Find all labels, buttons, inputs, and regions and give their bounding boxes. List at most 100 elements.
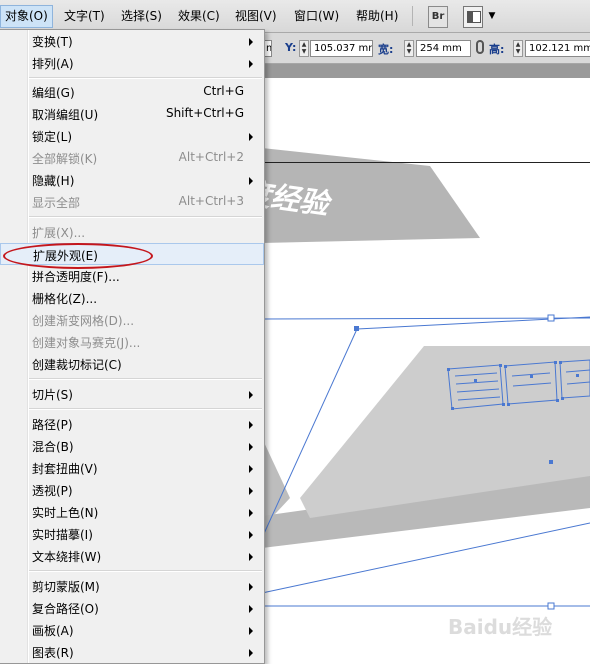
width-spinner[interactable]: ▲ ▼ — [404, 40, 414, 57]
menu-item-label: 混合(B) — [32, 440, 74, 454]
bridge-icon[interactable]: Br — [428, 6, 448, 28]
menu-item-shortcut: Shift+Ctrl+G — [165, 106, 244, 120]
menu-item-crop-marks[interactable]: 创建裁切标记(C) — [0, 353, 264, 375]
y-spinner[interactable]: ▲ ▼ — [299, 40, 309, 57]
submenu-arrow-icon — [249, 465, 253, 473]
menu-object[interactable]: 对象(O) — [0, 5, 53, 28]
menu-item-object-mosaic: 创建对象马赛克(J)... — [0, 331, 264, 353]
menu-item-perspective[interactable]: 透视(P) — [0, 479, 264, 501]
link-icon[interactable] — [476, 40, 484, 54]
menu-item-label: 拼合透明度(F)... — [32, 270, 120, 284]
menu-item-transform[interactable]: 变换(T) — [0, 30, 264, 52]
menu-view[interactable]: 视图(V) — [231, 6, 281, 27]
menu-item-label: 锁定(L) — [32, 130, 73, 144]
menu-item-label: 栅格化(Z)... — [32, 292, 98, 306]
width-label: 宽: — [378, 43, 394, 56]
menu-item-label: 编组(G) — [32, 86, 75, 100]
menu-separator — [29, 408, 262, 410]
menu-item-label: 复合路径(O) — [32, 602, 99, 616]
watermark: Baidu经验 — [448, 615, 552, 639]
menu-item-label: 图表(R) — [32, 646, 74, 660]
selection-handle[interactable] — [354, 326, 359, 331]
menu-separator — [29, 570, 262, 572]
menu-item-ungroup[interactable]: 取消编组(U) Shift+Ctrl+G — [0, 103, 264, 125]
menu-item-group[interactable]: 编组(G) Ctrl+G — [0, 81, 264, 103]
menu-window[interactable]: 窗口(W) — [290, 6, 343, 27]
menu-item-label: 扩展(X)... — [32, 226, 86, 240]
menu-item-label: 封套扭曲(V) — [32, 462, 98, 476]
menu-item-expand: 扩展(X)... — [0, 221, 264, 243]
menu-item-show-all: 显示全部 Alt+Ctrl+3 — [0, 191, 264, 213]
menu-item-compound-path[interactable]: 复合路径(O) — [0, 597, 264, 619]
menu-item-gradient-mesh: 创建渐变网格(D)... — [0, 309, 264, 331]
submenu-arrow-icon — [249, 421, 253, 429]
menu-item-unlock-all: 全部解锁(K) Alt+Ctrl+2 — [0, 147, 264, 169]
highlight-annotation — [3, 243, 153, 269]
menu-item-text-wrap[interactable]: 文本绕排(W) — [0, 545, 264, 567]
menu-item-path[interactable]: 路径(P) — [0, 413, 264, 435]
height-spinner[interactable]: ▲ ▼ — [513, 40, 523, 57]
menu-item-label: 取消编组(U) — [32, 108, 99, 122]
y-field[interactable]: 105.037 mm — [310, 40, 373, 57]
menu-item-label: 变换(T) — [32, 35, 73, 49]
menu-item-label: 路径(P) — [32, 418, 73, 432]
submenu-arrow-icon — [249, 391, 253, 399]
menu-select[interactable]: 选择(S) — [117, 6, 166, 27]
menu-help[interactable]: 帮助(H) — [352, 6, 402, 27]
menu-item-label: 创建对象马赛克(J)... — [32, 336, 141, 350]
artboard-edge — [262, 162, 590, 163]
menu-item-graph[interactable]: 图表(R) — [0, 641, 264, 663]
menu-item-lock[interactable]: 锁定(L) — [0, 125, 264, 147]
menu-item-clipping-mask[interactable]: 剪切蒙版(M) — [0, 575, 264, 597]
menu-item-live-paint[interactable]: 实时上色(N) — [0, 501, 264, 523]
menu-item-envelope-distort[interactable]: 封套扭曲(V) — [0, 457, 264, 479]
menu-item-arrange[interactable]: 排列(A) — [0, 52, 264, 74]
menu-item-label: 透视(P) — [32, 484, 73, 498]
selection-handle[interactable] — [547, 314, 555, 322]
menu-item-live-trace[interactable]: 实时描摹(I) — [0, 523, 264, 545]
menu-item-label: 创建渐变网格(D)... — [32, 314, 135, 328]
submenu-arrow-icon — [249, 133, 253, 141]
submenu-arrow-icon — [249, 177, 253, 185]
menu-separator — [29, 216, 262, 218]
chevron-down-icon[interactable]: ▼ — [487, 6, 497, 26]
submenu-arrow-icon — [249, 583, 253, 591]
menu-item-shortcut: Alt+Ctrl+2 — [178, 150, 244, 164]
menu-item-rasterize[interactable]: 栅格化(Z)... — [0, 287, 264, 309]
menu-effect[interactable]: 效果(C) — [174, 6, 224, 27]
submenu-arrow-icon — [249, 443, 253, 451]
menu-separator — [412, 6, 413, 26]
menu-type[interactable]: 文字(T) — [60, 6, 109, 27]
menu-item-label: 隐藏(H) — [32, 174, 75, 188]
menu-item-label: 排列(A) — [32, 57, 74, 71]
menu-item-label: 文本绕排(W) — [32, 550, 102, 564]
selection-line — [261, 317, 590, 320]
menu-separator — [29, 378, 262, 380]
menu-item-shortcut: Ctrl+G — [203, 84, 244, 98]
menu-item-blend[interactable]: 混合(B) — [0, 435, 264, 457]
height-label: 高: — [489, 43, 505, 56]
submenu-arrow-icon — [249, 60, 253, 68]
menu-item-label: 画板(A) — [32, 624, 74, 638]
y-label: Y: — [285, 41, 297, 54]
height-field[interactable]: 102.121 mm — [525, 40, 590, 57]
submenu-arrow-icon — [249, 38, 253, 46]
center-point — [549, 460, 553, 464]
menu-item-artboards[interactable]: 画板(A) — [0, 619, 264, 641]
width-field[interactable]: 254 mm — [416, 40, 471, 57]
menu-item-hide[interactable]: 隐藏(H) — [0, 169, 264, 191]
selection-handle[interactable] — [547, 602, 555, 610]
menu-item-slice[interactable]: 切片(S) — [0, 383, 264, 405]
submenu-arrow-icon — [249, 487, 253, 495]
menu-item-label: 切片(S) — [32, 388, 73, 402]
menu-separator — [29, 77, 262, 79]
menu-item-shortcut: Alt+Ctrl+3 — [178, 194, 244, 208]
arrange-documents-icon[interactable] — [463, 6, 483, 28]
menu-item-label: 显示全部 — [32, 196, 81, 210]
menu-item-flatten-transparency[interactable]: 拼合透明度(F)... — [0, 265, 264, 287]
menu-item-label: 创建裁切标记(C) — [32, 358, 122, 372]
menu-item-label: 全部解锁(K) — [32, 152, 98, 166]
submenu-arrow-icon — [249, 553, 253, 561]
object-menu: 变换(T) 排列(A) 编组(G) Ctrl+G 取消编组(U) Shift+Ctr… — [0, 29, 265, 664]
submenu-arrow-icon — [249, 509, 253, 517]
